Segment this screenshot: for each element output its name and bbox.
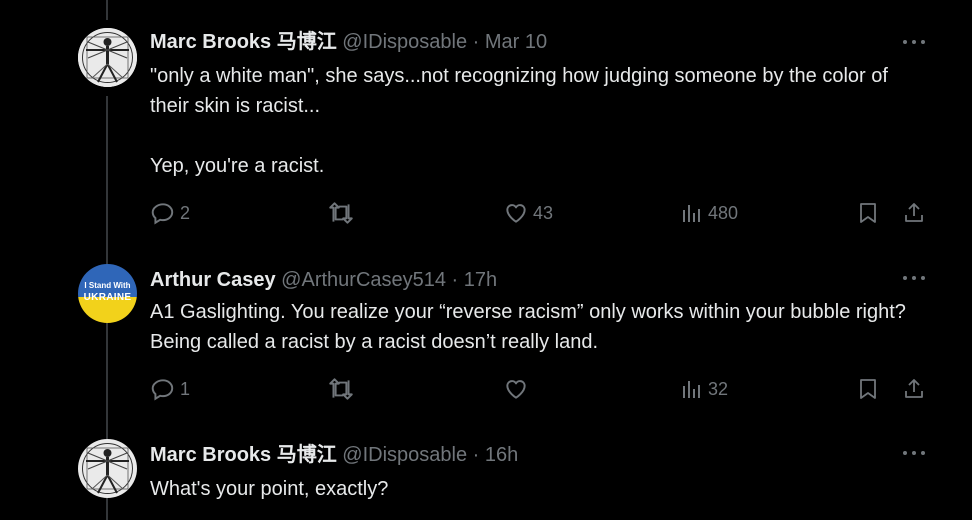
tweet-header: Arthur Casey @ArthurCasey514 · 17h	[150, 268, 497, 292]
avatar[interactable]: I Stand With UKRAINE	[78, 264, 137, 323]
avatar-label-top: I Stand With	[84, 281, 131, 290]
tweet[interactable]: Marc Brooks 马博江 @IDisposable · Mar 10 "o…	[0, 0, 972, 240]
tweet-header: Marc Brooks 马博江 @IDisposable · Mar 10	[150, 30, 547, 54]
handle[interactable]: @IDisposable	[342, 444, 467, 466]
tweet[interactable]: Marc Brooks 马博江 @IDisposable · 16h What'…	[0, 425, 972, 520]
heart-icon	[506, 204, 526, 223]
bookmark-button[interactable]	[856, 200, 880, 226]
vitruvian-icon	[78, 439, 137, 498]
like-button[interactable]	[503, 376, 529, 402]
reply-icon	[151, 203, 174, 225]
reply-count: 1	[180, 378, 191, 399]
vitruvian-icon	[78, 28, 137, 87]
views-button[interactable]: 32	[680, 376, 728, 402]
retweet-icon	[329, 378, 353, 400]
reply-count: 2	[180, 202, 191, 223]
avatar[interactable]	[78, 439, 137, 498]
more-options-button[interactable]	[901, 32, 927, 52]
tweet-text: What's your point, exactly?	[150, 478, 389, 500]
bookmark-icon	[860, 203, 876, 223]
more-options-button[interactable]	[901, 443, 927, 463]
view-count: 480	[708, 202, 739, 223]
tweet-text: "only a white man", she says...not recog…	[150, 65, 888, 177]
share-icon	[905, 379, 923, 398]
timestamp[interactable]: 16h	[485, 444, 518, 466]
views-button[interactable]: 480	[680, 200, 738, 226]
share-button[interactable]	[902, 376, 926, 402]
separator: ·	[467, 444, 485, 466]
timestamp[interactable]: 17h	[464, 269, 497, 291]
view-count: 32	[708, 378, 729, 399]
display-name[interactable]: Marc Brooks 马博江	[150, 31, 337, 53]
handle[interactable]: @IDisposable	[342, 31, 467, 53]
separator: ·	[446, 269, 464, 291]
avatar-label-bottom: UKRAINE	[83, 292, 132, 303]
retweet-button[interactable]	[327, 200, 355, 226]
handle[interactable]: @ArthurCasey514	[281, 269, 446, 291]
reply-button[interactable]: 2	[150, 200, 190, 226]
reply-icon	[151, 379, 174, 401]
share-button[interactable]	[902, 200, 926, 226]
bookmark-icon	[860, 379, 876, 399]
tweet-header: Marc Brooks 马博江 @IDisposable · 16h	[150, 443, 518, 467]
display-name[interactable]: Marc Brooks 马博江	[150, 444, 337, 466]
views-icon	[683, 205, 700, 222]
share-icon	[905, 203, 923, 222]
display-name[interactable]: Arthur Casey	[150, 269, 276, 291]
heart-icon	[506, 380, 526, 399]
retweet-icon	[329, 202, 353, 224]
avatar[interactable]	[78, 28, 137, 87]
separator: ·	[467, 31, 485, 53]
like-count: 43	[533, 202, 554, 223]
like-button[interactable]: 43	[503, 200, 553, 226]
retweet-button[interactable]	[327, 376, 355, 402]
reply-button[interactable]: 1	[150, 376, 190, 402]
bookmark-button[interactable]	[856, 376, 880, 402]
tweet-text: A1 Gaslighting. You realize your “revers…	[150, 301, 906, 353]
more-options-button[interactable]	[901, 268, 927, 288]
timestamp[interactable]: Mar 10	[485, 31, 547, 53]
tweet[interactable]: I Stand With UKRAINE Arthur Casey @Arthu…	[0, 240, 972, 425]
views-icon	[683, 381, 700, 398]
